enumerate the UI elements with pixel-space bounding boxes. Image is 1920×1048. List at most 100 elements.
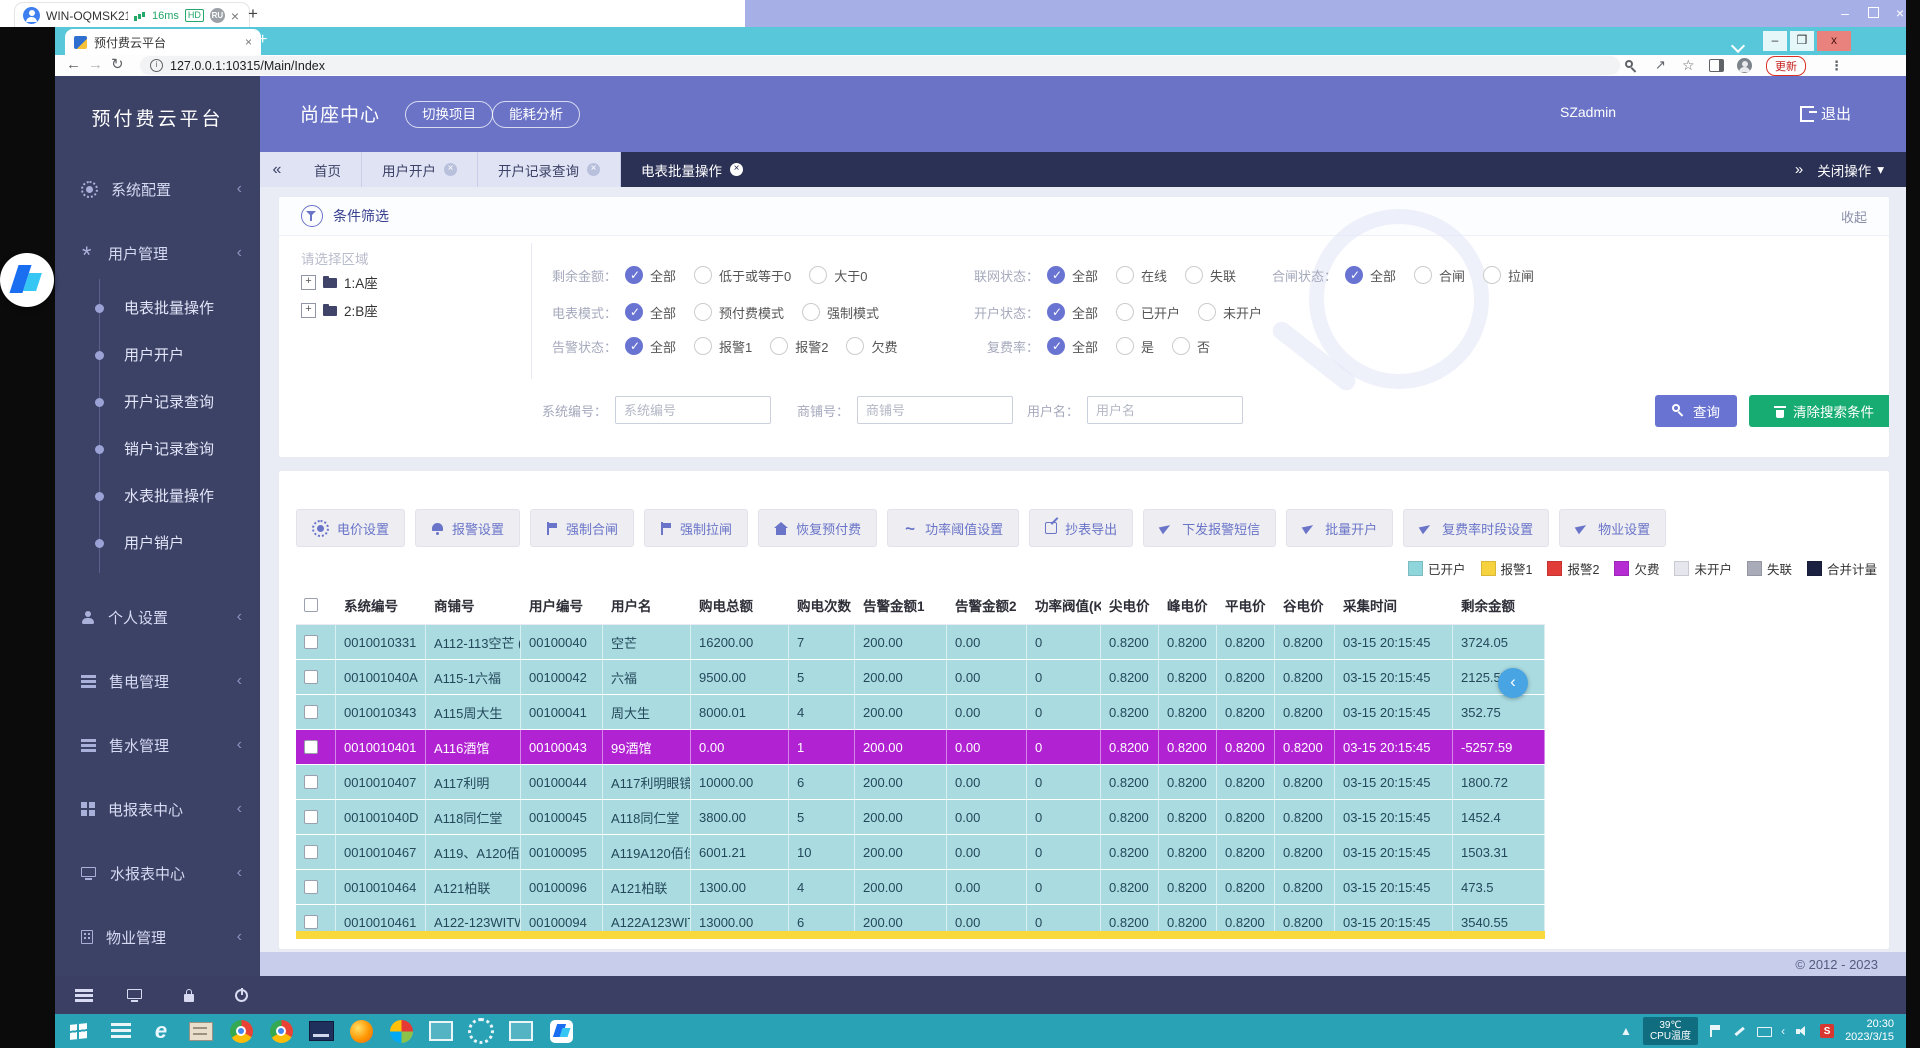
- site-info-icon[interactable]: i: [150, 59, 163, 72]
- row-checkbox[interactable]: [304, 880, 318, 894]
- toolbar-button[interactable]: 复费率时段设置: [1403, 509, 1549, 547]
- tree-node[interactable]: +2:B座: [301, 300, 378, 320]
- radio-checked-icon[interactable]: [625, 266, 643, 284]
- toolbar-button[interactable]: 功率阈值设置: [887, 509, 1019, 547]
- table-row[interactable]: 0010010467A119、A120佰00100095A119A120佰佳60…: [296, 835, 1545, 870]
- row-checkbox[interactable]: [304, 810, 318, 824]
- toolbar-button[interactable]: 报警设置: [415, 509, 520, 547]
- radio-icon[interactable]: [694, 266, 712, 284]
- 用户名-input[interactable]: [1087, 396, 1243, 424]
- side-panel-icon[interactable]: [1709, 59, 1724, 77]
- reload-button[interactable]: ↻: [111, 55, 124, 75]
- radio-option[interactable]: 否: [1172, 337, 1210, 356]
- sidebar-subitem[interactable]: 用户开户: [100, 332, 260, 379]
- current-user[interactable]: SZadmin: [1560, 104, 1616, 120]
- radio-checked-icon[interactable]: [625, 337, 643, 355]
- tree-node[interactable]: +1:A座: [301, 272, 378, 292]
- radio-checked-icon[interactable]: [1345, 266, 1363, 284]
- radio-icon[interactable]: [1116, 337, 1134, 355]
- browser-minimize-button[interactable]: –: [1763, 31, 1787, 51]
- tab-开户记录查询[interactable]: 开户记录查询×: [478, 152, 621, 187]
- table-row[interactable]: 001001040DA118同仁堂00100045A118同仁堂3800.005…: [296, 800, 1545, 835]
- radio-checked-icon[interactable]: [1047, 337, 1065, 355]
- browser-tab[interactable]: 预付费云平台 ×: [65, 29, 261, 55]
- sidebar-subitem[interactable]: 销户记录查询: [100, 426, 260, 473]
- back-button[interactable]: ←: [66, 55, 81, 75]
- logout-button[interactable]: 退出: [1800, 103, 1851, 124]
- radio-icon[interactable]: [770, 337, 788, 355]
- tab-close-icon[interactable]: ×: [587, 163, 600, 176]
- table-row[interactable]: 0010010331A112-113空芒 (00100040空芒16200.00…: [296, 625, 1545, 660]
- radio-option[interactable]: 失联: [1185, 266, 1236, 285]
- expand-plus-icon[interactable]: +: [301, 275, 316, 290]
- radio-option[interactable]: 是: [1116, 337, 1154, 356]
- taskbar-icon-firefox[interactable]: [341, 1014, 381, 1048]
- taskbar-icon-todesk[interactable]: [541, 1014, 581, 1048]
- toolbar-button[interactable]: 抄表导出: [1029, 509, 1133, 547]
- taskbar-icon-media-pinwheel[interactable]: [381, 1014, 421, 1048]
- pen-tray-icon[interactable]: [1733, 1025, 1746, 1037]
- radio-option[interactable]: 强制模式: [802, 303, 879, 322]
- search-button[interactable]: 查询: [1655, 395, 1737, 427]
- taskbar-icon-chrome-2[interactable]: [261, 1014, 301, 1048]
- taskbar-icon-internet-explorer[interactable]: e: [141, 1014, 181, 1048]
- table-row[interactable]: 0010010343A115周大生00100041周大生8000.014200.…: [296, 695, 1545, 730]
- radio-option[interactable]: 欠费: [846, 337, 897, 356]
- tabs-scroll-right-icon[interactable]: »: [1795, 161, 1803, 178]
- radio-checked-icon[interactable]: [1047, 303, 1065, 321]
- sidebar-item-0[interactable]: 系统配置‹: [55, 169, 260, 209]
- volume-icon[interactable]: [1796, 1025, 1809, 1037]
- table-row[interactable]: 0010010464A121柏联00100096A121柏联1300.00420…: [296, 870, 1545, 905]
- radio-option[interactable]: 全部: [1047, 337, 1098, 356]
- collapse-button[interactable]: 收起: [1841, 207, 1867, 226]
- sidebar-item-1[interactable]: 用户管理‹: [55, 233, 260, 273]
- toolbar-button[interactable]: 物业设置: [1559, 509, 1666, 547]
- radio-icon[interactable]: [694, 303, 712, 321]
- radio-option[interactable]: 预付费模式: [694, 303, 784, 322]
- radio-option[interactable]: 已开户: [1116, 303, 1180, 322]
- radio-option[interactable]: 全部: [1047, 303, 1098, 322]
- browser-menu-icon[interactable]: ⋮: [1830, 56, 1843, 76]
- zoom-icon[interactable]: [1625, 58, 1639, 76]
- 商铺号-input[interactable]: [857, 396, 1013, 424]
- radio-option[interactable]: 在线: [1116, 266, 1167, 285]
- toolbar-button[interactable]: 强制合闸: [530, 509, 634, 547]
- radio-icon[interactable]: [1116, 266, 1134, 284]
- radio-option[interactable]: 合闸: [1414, 266, 1465, 285]
- toolbar-button[interactable]: 恢复预付费: [758, 509, 877, 547]
- row-checkbox[interactable]: [304, 915, 318, 929]
- browser-new-tab-button[interactable]: +: [258, 31, 267, 49]
- tray-chevron-icon[interactable]: ‹: [1781, 1024, 1785, 1038]
- row-checkbox[interactable]: [304, 845, 318, 859]
- radio-option[interactable]: 报警2: [770, 337, 828, 356]
- sidebar-item-2[interactable]: 个人设置‹: [55, 597, 260, 637]
- tab-用户开户[interactable]: 用户开户×: [362, 152, 478, 187]
- clear-search-button[interactable]: 清除搜索条件: [1749, 395, 1890, 427]
- input-method-icon[interactable]: S: [1820, 1024, 1834, 1038]
- expand-plus-icon[interactable]: +: [301, 303, 316, 318]
- sidebar-subitem[interactable]: 水表批量操作: [100, 473, 260, 520]
- row-checkbox[interactable]: [304, 775, 318, 789]
- radio-option[interactable]: 低于或等于0: [694, 266, 791, 285]
- radio-icon[interactable]: [1116, 303, 1134, 321]
- radio-icon[interactable]: [1172, 337, 1190, 355]
- hidden-icons-chevron[interactable]: ▲: [1620, 1024, 1632, 1038]
- radio-icon[interactable]: [1185, 266, 1203, 284]
- taskbar-icon-file-cabinet[interactable]: [181, 1014, 221, 1048]
- tab-close-icon[interactable]: ×: [245, 35, 252, 49]
- radio-option[interactable]: 全部: [625, 303, 676, 322]
- tab-search-chevron-icon[interactable]: [1733, 38, 1743, 56]
- taskbar-icon-window-app-2[interactable]: [501, 1014, 541, 1048]
- radio-icon[interactable]: [1483, 266, 1501, 284]
- radio-option[interactable]: 全部: [625, 266, 676, 285]
- row-checkbox[interactable]: [304, 670, 318, 684]
- radio-icon[interactable]: [1414, 266, 1432, 284]
- taskbar-icon-window-app-1[interactable]: [421, 1014, 461, 1048]
- url-bar[interactable]: i 127.0.0.1:10315/Main/Index: [140, 56, 1620, 75]
- sidebar-item-3[interactable]: 售电管理‹: [55, 661, 260, 701]
- sidebar-subitem[interactable]: 用户销户: [100, 520, 260, 567]
- radio-icon[interactable]: [809, 266, 827, 284]
- share-icon[interactable]: ↗: [1655, 55, 1666, 75]
- radio-icon[interactable]: [802, 303, 820, 321]
- taskbar-icon-chrome-1[interactable]: [221, 1014, 261, 1048]
